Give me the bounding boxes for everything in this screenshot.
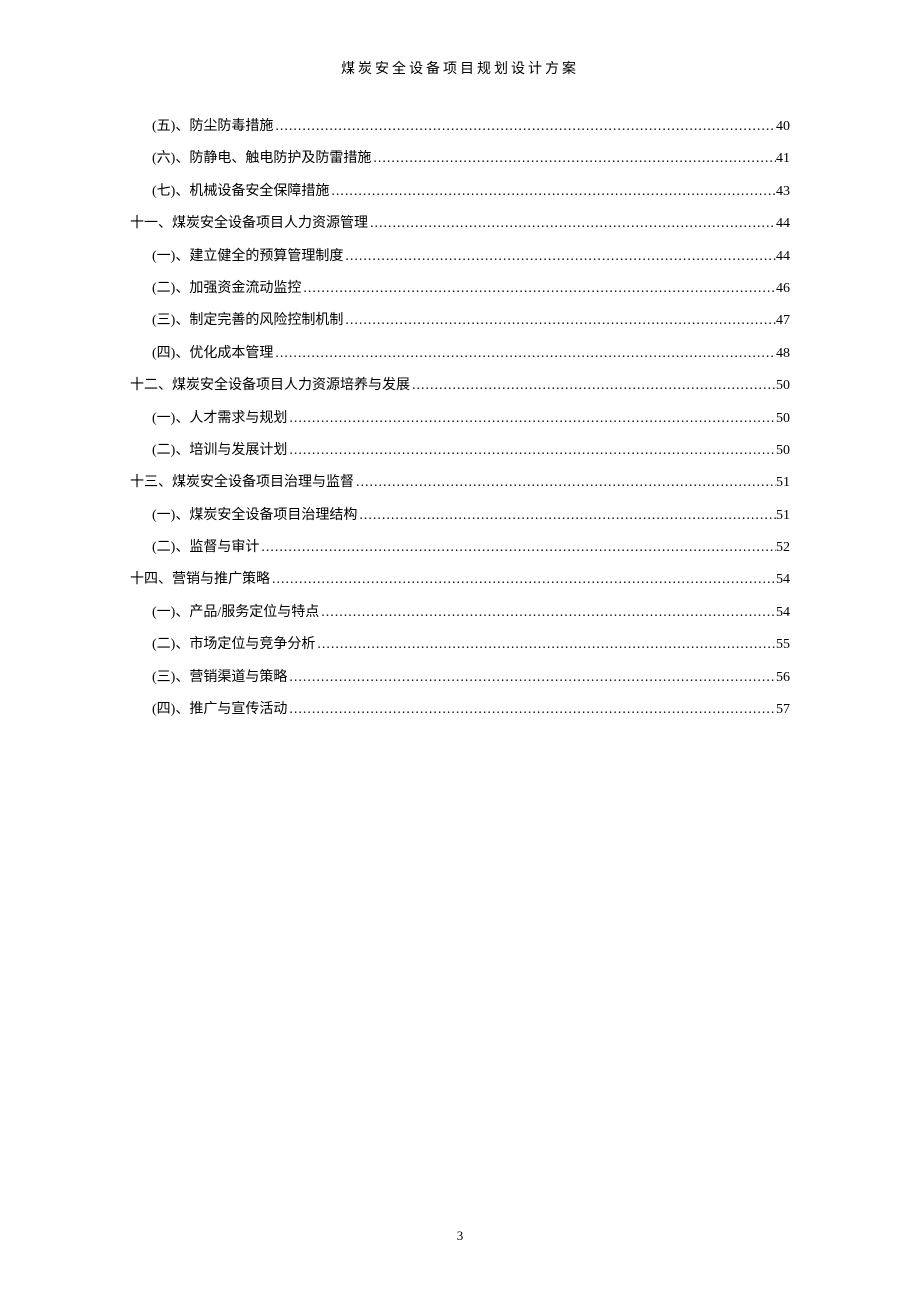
toc-page-number: 40	[776, 116, 790, 138]
document-page: 煤炭安全设备项目规划设计方案 (五)、防尘防毒措施 ..............…	[0, 0, 920, 721]
toc-page-number: 48	[776, 343, 790, 365]
toc-page-number: 41	[776, 148, 790, 170]
toc-leader-dots: ........................................…	[287, 408, 776, 430]
toc-leader-dots: ........................................…	[287, 699, 776, 721]
toc-label: (三)、制定完善的风险控制机制	[152, 310, 343, 332]
toc-label: (二)、市场定位与竞争分析	[152, 634, 315, 656]
toc-leader-dots: ........................................…	[357, 505, 776, 527]
toc-leader-dots: ........................................…	[315, 634, 776, 656]
toc-leader-dots: ........................................…	[329, 181, 776, 203]
toc-label: (三)、营销渠道与策略	[152, 667, 287, 689]
toc-label: 十二、煤炭安全设备项目人力资源培养与发展	[130, 375, 410, 397]
toc-entry: (二)、监督与审计 ..............................…	[130, 537, 790, 559]
toc-page-number: 54	[776, 602, 790, 624]
toc-label: (一)、煤炭安全设备项目治理结构	[152, 505, 357, 527]
toc-entry: (七)、机械设备安全保障措施 .........................…	[130, 181, 790, 203]
toc-leader-dots: ........................................…	[270, 569, 776, 591]
toc-leader-dots: ........................................…	[371, 148, 776, 170]
toc-leader-dots: ........................................…	[319, 602, 776, 624]
toc-leader-dots: ........................................…	[259, 537, 776, 559]
toc-leader-dots: ........................................…	[410, 375, 776, 397]
toc-entry: 十三、煤炭安全设备项目治理与监督 .......................…	[130, 472, 790, 494]
toc-label: (二)、监督与审计	[152, 537, 259, 559]
toc-label: (七)、机械设备安全保障措施	[152, 181, 329, 203]
toc-entry: (二)、加强资金流动监控 ...........................…	[130, 278, 790, 300]
toc-entry: 十一、煤炭安全设备项目人力资源管理 ......................…	[130, 213, 790, 235]
toc-leader-dots: ........................................…	[354, 472, 776, 494]
toc-page-number: 50	[776, 408, 790, 430]
toc-leader-dots: ........................................…	[301, 278, 776, 300]
toc-leader-dots: ........................................…	[273, 116, 776, 138]
toc-label: (四)、推广与宣传活动	[152, 699, 287, 721]
footer-page-number: 3	[0, 1228, 920, 1244]
toc-label: (四)、优化成本管理	[152, 343, 273, 365]
toc-label: (一)、建立健全的预算管理制度	[152, 246, 343, 268]
toc-entry: (一)、煤炭安全设备项目治理结构 .......................…	[130, 505, 790, 527]
toc-leader-dots: ........................................…	[287, 440, 776, 462]
toc-leader-dots: ........................................…	[368, 213, 776, 235]
toc-leader-dots: ........................................…	[273, 343, 776, 365]
toc-entry: 十二、煤炭安全设备项目人力资源培养与发展 ...................…	[130, 375, 790, 397]
toc-entry: (四)、推广与宣传活动 ............................…	[130, 699, 790, 721]
toc-page-number: 44	[776, 213, 790, 235]
toc-page-number: 51	[776, 505, 790, 527]
toc-entry: (二)、市场定位与竞争分析 ..........................…	[130, 634, 790, 656]
toc-entry: (二)、培训与发展计划 ............................…	[130, 440, 790, 462]
toc-page-number: 50	[776, 375, 790, 397]
toc-label: (六)、防静电、触电防护及防雷措施	[152, 148, 371, 170]
toc-label: (二)、加强资金流动监控	[152, 278, 301, 300]
toc-entry: (六)、防静电、触电防护及防雷措施 ......................…	[130, 148, 790, 170]
toc-page-number: 47	[776, 310, 790, 332]
toc-label: (二)、培训与发展计划	[152, 440, 287, 462]
toc-label: 十一、煤炭安全设备项目人力资源管理	[130, 213, 368, 235]
toc-page-number: 56	[776, 667, 790, 689]
toc-entry: (五)、防尘防毒措施 .............................…	[130, 116, 790, 138]
toc-page-number: 52	[776, 537, 790, 559]
page-header-title: 煤炭安全设备项目规划设计方案	[130, 58, 790, 78]
toc-label: 十三、煤炭安全设备项目治理与监督	[130, 472, 354, 494]
toc-page-number: 57	[776, 699, 790, 721]
toc-entry: (一)、人才需求与规划 ............................…	[130, 408, 790, 430]
toc-page-number: 51	[776, 472, 790, 494]
toc-leader-dots: ........................................…	[343, 246, 776, 268]
toc-entry: 十四、营销与推广策略 .............................…	[130, 569, 790, 591]
toc-page-number: 46	[776, 278, 790, 300]
toc-entry: (三)、制定完善的风险控制机制 ........................…	[130, 310, 790, 332]
toc-entry: (三)、营销渠道与策略 ............................…	[130, 667, 790, 689]
toc-entry: (四)、优化成本管理 .............................…	[130, 343, 790, 365]
toc-page-number: 43	[776, 181, 790, 203]
toc-label: 十四、营销与推广策略	[130, 569, 270, 591]
toc-page-number: 50	[776, 440, 790, 462]
table-of-contents: (五)、防尘防毒措施 .............................…	[130, 116, 790, 721]
toc-leader-dots: ........................................…	[287, 667, 776, 689]
toc-entry: (一)、产品/服务定位与特点 .........................…	[130, 602, 790, 624]
toc-entry: (一)、建立健全的预算管理制度 ........................…	[130, 246, 790, 268]
toc-page-number: 54	[776, 569, 790, 591]
toc-label: (五)、防尘防毒措施	[152, 116, 273, 138]
toc-leader-dots: ........................................…	[343, 310, 776, 332]
toc-page-number: 44	[776, 246, 790, 268]
toc-label: (一)、人才需求与规划	[152, 408, 287, 430]
toc-label: (一)、产品/服务定位与特点	[152, 602, 319, 624]
toc-page-number: 55	[776, 634, 790, 656]
